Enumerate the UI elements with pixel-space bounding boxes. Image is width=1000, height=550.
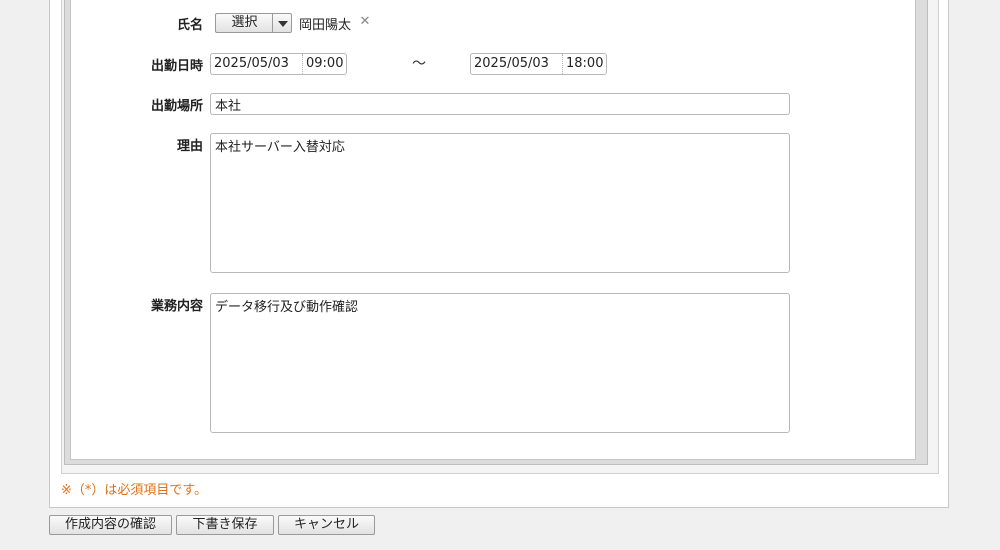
name-select[interactable]: 選択: [215, 13, 292, 33]
location-label: 出勤場所: [150, 99, 203, 114]
end-date-input[interactable]: 2025/05/03: [471, 54, 563, 74]
name-label: 氏名: [176, 18, 203, 33]
form-border: 氏名 選択 岡田陽太 ✕ 出勤日時 2025/05/03 09:00 ～ 202…: [64, 0, 928, 465]
selected-name: 岡田陽太: [299, 18, 352, 33]
chevron-down-icon: [278, 21, 288, 27]
required-note: ※（*）は必須項目です。: [61, 483, 208, 498]
reason-textarea[interactable]: [210, 133, 790, 273]
datetime-separator: ～: [412, 56, 426, 72]
cancel-button[interactable]: キャンセル: [278, 515, 375, 535]
form-area: 氏名 選択 岡田陽太 ✕ 出勤日時 2025/05/03 09:00 ～ 202…: [70, 0, 916, 460]
close-icon[interactable]: ✕: [358, 15, 372, 29]
form-panel: 氏名 選択 岡田陽太 ✕ 出勤日時 2025/05/03 09:00 ～ 202…: [49, 0, 949, 508]
reason-label: 理由: [176, 139, 203, 154]
save-draft-button[interactable]: 下書き保存: [176, 515, 274, 535]
attendance-datetime-label: 出勤日時: [150, 59, 203, 74]
end-datetime-field[interactable]: 2025/05/03 18:00: [470, 53, 607, 75]
location-input[interactable]: [210, 93, 790, 115]
start-time-input[interactable]: 09:00: [303, 54, 347, 74]
form-frame: 氏名 選択 岡田陽太 ✕ 出勤日時 2025/05/03 09:00 ～ 202…: [61, 0, 939, 474]
select-dropdown-button[interactable]: [272, 13, 292, 33]
start-date-input[interactable]: 2025/05/03: [211, 54, 303, 74]
start-datetime-field[interactable]: 2025/05/03 09:00: [210, 53, 347, 75]
work-content-label: 業務内容: [150, 299, 203, 314]
work-content-textarea[interactable]: [210, 293, 790, 433]
end-time-input[interactable]: 18:00: [563, 54, 607, 74]
select-button[interactable]: 選択: [215, 13, 273, 33]
confirm-button[interactable]: 作成内容の確認: [49, 515, 172, 535]
